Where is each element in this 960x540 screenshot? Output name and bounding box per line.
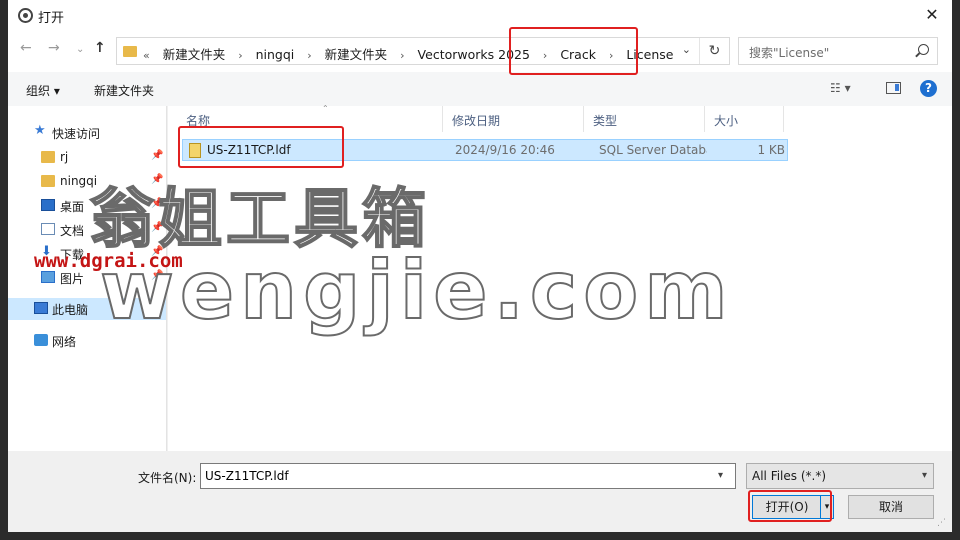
filename-label: 文件名(N): bbox=[138, 471, 197, 485]
dialog-title: 打开 bbox=[38, 11, 65, 26]
desktop-icon bbox=[41, 199, 55, 211]
column-header-date[interactable]: 修改日期 bbox=[444, 106, 584, 132]
computer-icon bbox=[34, 302, 48, 314]
breadcrumb-separator: › bbox=[307, 49, 312, 62]
breadcrumb-item[interactable]: ningqi bbox=[256, 47, 295, 62]
file-size: 1 KB bbox=[757, 143, 785, 157]
document-icon bbox=[41, 223, 55, 235]
folder-icon bbox=[41, 175, 55, 187]
file-date: 2024/9/16 20:46 bbox=[455, 143, 555, 157]
picture-icon bbox=[41, 271, 55, 283]
breadcrumb-separator: › bbox=[238, 49, 243, 62]
highlight-box-file bbox=[178, 126, 344, 168]
star-icon: ★ bbox=[34, 123, 46, 138]
preview-pane-icon[interactable] bbox=[886, 82, 901, 94]
folder-icon bbox=[123, 46, 137, 57]
back-button[interactable]: ← bbox=[20, 40, 32, 56]
sidebar-item-quick-access[interactable]: ★ 快速访问 bbox=[8, 122, 166, 144]
sidebar-item-label: 桌面 bbox=[60, 200, 85, 214]
cancel-button[interactable]: 取消 bbox=[848, 495, 934, 519]
watermark-english: wengjie.com bbox=[99, 243, 734, 338]
filename-dropdown-icon[interactable]: ▾ bbox=[718, 470, 723, 481]
up-button[interactable]: ↑ bbox=[94, 40, 106, 56]
organize-button[interactable]: 组织 ▾ bbox=[26, 82, 60, 99]
sidebar-item-rj[interactable]: rj 📌 bbox=[8, 147, 166, 169]
address-dropdown-icon[interactable]: ⌄ bbox=[682, 43, 691, 56]
breadcrumb-item[interactable]: 新建文件夹 bbox=[325, 47, 388, 62]
sort-ascending-icon: ⌃ bbox=[322, 104, 329, 113]
navigation-bar: ← → ⌄ ↑ « 新建文件夹 › ningqi › 新建文件夹 › Vecto… bbox=[8, 30, 952, 72]
column-header-type[interactable]: 类型 bbox=[585, 106, 705, 132]
breadcrumb-item[interactable]: 新建文件夹 bbox=[163, 47, 226, 62]
close-button[interactable]: ✕ bbox=[912, 0, 952, 30]
forward-button[interactable]: → bbox=[48, 40, 60, 56]
refresh-button[interactable]: ↻ bbox=[699, 38, 729, 64]
file-type: SQL Server Database Transaction Log bbox=[599, 143, 707, 157]
sidebar-item-label: 文档 bbox=[60, 224, 85, 238]
search-box[interactable]: 搜索"License" bbox=[738, 37, 938, 65]
breadcrumb-separator: › bbox=[400, 49, 405, 62]
column-header-size[interactable]: 大小 bbox=[706, 106, 784, 132]
search-placeholder: 搜索"License" bbox=[749, 46, 830, 60]
title-bar: 打开 ✕ bbox=[8, 0, 952, 30]
sidebar-item-label: 网络 bbox=[52, 335, 77, 349]
sidebar-item-label: 图片 bbox=[60, 272, 85, 286]
app-icon bbox=[18, 8, 33, 23]
highlight-box-breadcrumb bbox=[509, 27, 638, 75]
command-bar: 组织 ▾ 新建文件夹 ☷ ▾ ? bbox=[8, 72, 952, 106]
highlight-box-open-button bbox=[748, 490, 832, 522]
breadcrumb-overflow[interactable]: « bbox=[143, 49, 150, 62]
search-icon bbox=[918, 44, 929, 55]
file-type-select[interactable]: All Files (*.*) ▾ bbox=[746, 463, 934, 489]
filename-input[interactable] bbox=[200, 463, 736, 489]
help-icon[interactable]: ? bbox=[920, 80, 937, 97]
chevron-down-icon: ▾ bbox=[921, 470, 927, 481]
recent-locations-button[interactable]: ⌄ bbox=[76, 44, 84, 55]
file-type-value: All Files (*.*) bbox=[752, 469, 827, 483]
sidebar-item-label: 此电脑 bbox=[52, 303, 89, 317]
folder-icon bbox=[41, 151, 55, 163]
pin-icon: 📌 bbox=[151, 150, 164, 161]
view-options-button[interactable]: ☷ ▾ bbox=[830, 81, 851, 95]
sidebar-item-label: 快速访问 bbox=[52, 127, 101, 141]
new-folder-button[interactable]: 新建文件夹 bbox=[94, 82, 154, 99]
sidebar-item-label: rj bbox=[60, 150, 69, 164]
network-icon bbox=[34, 334, 48, 346]
watermark-url: www.dgrai.com bbox=[34, 250, 183, 272]
resize-grip-icon[interactable]: ⋰ bbox=[937, 518, 946, 528]
